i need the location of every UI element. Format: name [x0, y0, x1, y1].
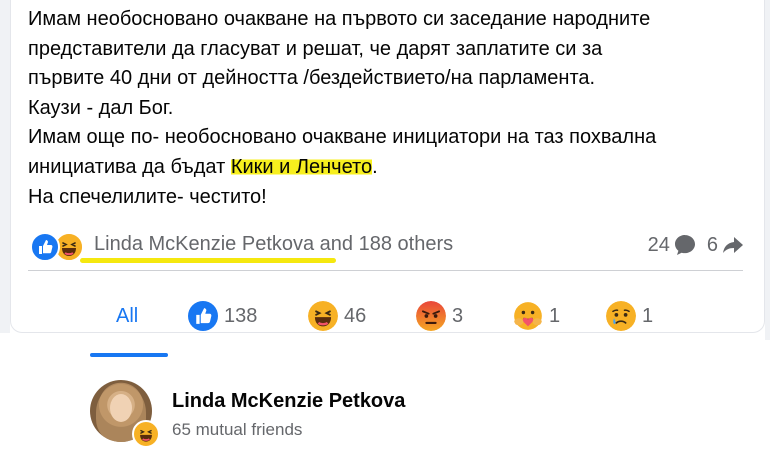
- shares-count[interactable]: 6: [707, 233, 745, 257]
- shares-count-value: 6: [706, 233, 718, 256]
- like-icon: [30, 232, 60, 262]
- active-tab-indicator: [90, 353, 168, 357]
- tab-count: 138: [224, 304, 258, 327]
- reaction-tabs: All 138 46 3 1 1: [88, 296, 708, 336]
- angry-icon: [416, 301, 446, 331]
- tab-like[interactable]: 138: [188, 296, 257, 336]
- haha-icon: [132, 420, 160, 448]
- post-line: На спечелилите- честито!: [28, 185, 267, 208]
- reaction-icons[interactable]: [30, 232, 86, 262]
- share-icon: [723, 237, 743, 253]
- highlighted-names: Кики и Ленчето: [230, 155, 373, 178]
- reactor-name[interactable]: Linda McKenzie Petkova: [172, 390, 405, 413]
- post-line: Имам още по- необосновано очакване иници…: [28, 126, 657, 149]
- background-strip-bottom: [0, 333, 70, 343]
- reactor-row[interactable]: Linda McKenzie Petkova 65 mutual friends: [90, 380, 590, 450]
- post-line: инициатива да бъдат Кики и Ленчето.: [28, 153, 758, 183]
- post-line-text: инициатива да бъдат: [28, 155, 231, 178]
- comment-icon: [674, 235, 695, 255]
- tab-sad[interactable]: 1: [606, 296, 653, 336]
- post-line-period: .: [372, 155, 378, 178]
- background-strip-left: [0, 0, 10, 340]
- comments-count-value: 24: [647, 233, 670, 256]
- care-icon: [513, 301, 543, 331]
- background-strip-right: [765, 0, 770, 340]
- reactions-summary-bar: Linda McKenzie Petkova and 188 others 24…: [30, 232, 745, 263]
- haha-icon: [308, 301, 338, 331]
- post-body: Имам необосновано очакване на първото си…: [28, 5, 758, 212]
- sad-icon: [606, 301, 636, 331]
- tab-label: All: [116, 304, 139, 327]
- reactors-link[interactable]: Linda McKenzie Petkova and 188 others: [94, 233, 453, 256]
- tab-haha[interactable]: 46: [308, 296, 366, 336]
- post-line: представители да гласуват и решат, че да…: [28, 37, 603, 60]
- tab-count: 1: [642, 304, 654, 327]
- tab-count: 46: [344, 304, 367, 327]
- tab-care[interactable]: 1: [513, 296, 560, 336]
- highlight-underline: [80, 258, 336, 263]
- engagement-counts: 24 6: [648, 233, 745, 257]
- mutual-friends: 65 mutual friends: [172, 420, 303, 439]
- tab-count: 1: [549, 304, 561, 327]
- divider: [28, 270, 743, 271]
- tab-count: 3: [452, 304, 464, 327]
- post-line: първите 40 дни от дейността /бездействие…: [28, 67, 596, 90]
- tab-all[interactable]: All: [116, 296, 138, 336]
- post-line: Имам необосновано очакване на първото си…: [28, 8, 651, 30]
- tab-angry[interactable]: 3: [416, 296, 463, 336]
- like-icon: [188, 301, 218, 331]
- avatar-face: [110, 394, 132, 422]
- comments-count[interactable]: 24: [648, 233, 697, 257]
- post-line: Каузи - дал Бог.: [28, 96, 174, 119]
